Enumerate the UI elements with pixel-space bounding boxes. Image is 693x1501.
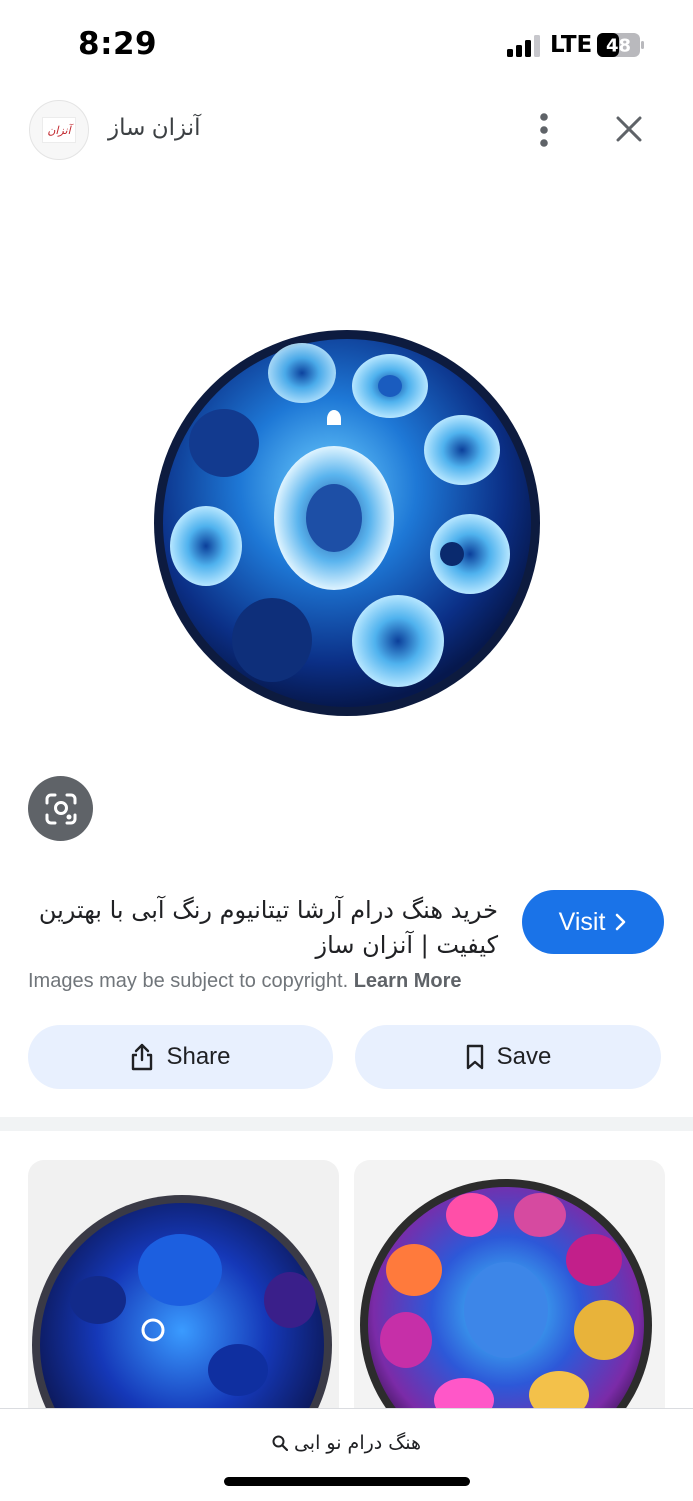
visit-button[interactable]: Visit — [522, 890, 664, 954]
result-title[interactable]: خرید هنگ درام آرشا تیتانیوم رنگ آبی با ب… — [28, 893, 498, 963]
bottom-bar — [0, 1408, 693, 1501]
related-image-1-graphic — [32, 1195, 332, 1410]
lens-button[interactable] — [28, 776, 93, 841]
main-image[interactable] — [152, 328, 542, 718]
search-icon — [272, 1435, 288, 1451]
home-indicator[interactable] — [224, 1477, 470, 1486]
lens-icon — [45, 793, 76, 824]
status-bar: 8:29 LTE 48 — [0, 0, 693, 90]
status-time: 8:29 — [78, 26, 158, 62]
related-image-2[interactable] — [354, 1160, 665, 1410]
more-vert-icon — [540, 113, 548, 147]
related-image-1[interactable] — [28, 1160, 339, 1410]
battery-level: 48 — [606, 36, 631, 57]
close-button[interactable] — [606, 106, 652, 152]
save-button[interactable]: Save — [355, 1025, 661, 1089]
copyright-notice: Images may be subject to copyright. Lear… — [28, 970, 462, 993]
copyright-text: Images may be subject to copyright. — [28, 970, 349, 992]
search-query-text: هنگ درام نو ابی — [293, 1432, 422, 1454]
network-label: LTE — [550, 32, 593, 58]
related-image-2-graphic — [360, 1179, 652, 1410]
chevron-right-icon — [616, 913, 626, 931]
search-query-bar[interactable]: هنگ درام نو ابی — [0, 1432, 693, 1454]
bookmark-icon — [466, 1044, 483, 1070]
visit-label: Visit — [558, 907, 606, 936]
source-name[interactable]: آنزان ساز — [108, 114, 201, 141]
source-logo[interactable]: آنزان — [29, 100, 89, 160]
more-options-button[interactable] — [526, 108, 562, 152]
learn-more-link[interactable]: Learn More — [354, 970, 462, 992]
section-divider — [0, 1117, 693, 1131]
share-button[interactable]: Share — [28, 1025, 333, 1089]
signal-icon — [507, 35, 540, 57]
source-logo-mark: آنزان — [42, 117, 76, 143]
share-icon — [132, 1043, 153, 1071]
battery-icon: 48 — [597, 33, 644, 57]
save-label: Save — [496, 1043, 552, 1070]
close-icon — [616, 116, 642, 142]
share-label: Share — [166, 1043, 231, 1070]
